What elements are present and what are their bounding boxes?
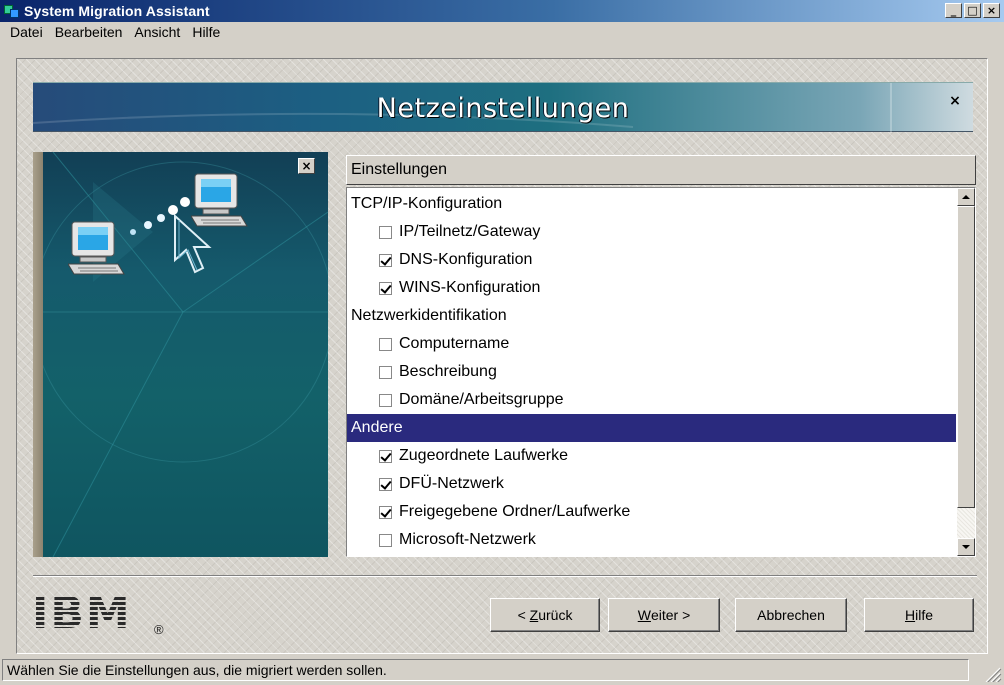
checkbox[interactable] bbox=[379, 225, 392, 239]
close-window-button[interactable]: × bbox=[983, 3, 1000, 18]
list-item[interactable]: Beschreibung bbox=[347, 358, 956, 386]
item-label: Beschreibung bbox=[399, 363, 497, 380]
checkbox[interactable] bbox=[379, 393, 392, 407]
menu-datei[interactable]: Datei bbox=[4, 24, 49, 40]
scroll-up-button[interactable] bbox=[957, 188, 975, 206]
scroll-thumb[interactable] bbox=[957, 206, 975, 508]
help-button[interactable]: Hilfe bbox=[864, 598, 974, 632]
registered-mark: ® bbox=[154, 622, 164, 637]
page-banner: Netzeinstellungen bbox=[33, 82, 973, 133]
group-netzwerkidentifikation[interactable]: Netzwerkidentifikation bbox=[347, 302, 956, 330]
group-label: Andere bbox=[351, 419, 403, 436]
next-button-suffix: > bbox=[678, 607, 691, 623]
ibm-logo: IBM ® bbox=[32, 592, 172, 638]
status-bar: Wählen Sie die Einstellungen aus, die mi… bbox=[2, 659, 969, 681]
next-button[interactable]: Weiter > bbox=[608, 598, 720, 632]
menu-hilfe[interactable]: Hilfe bbox=[186, 24, 226, 40]
list-item[interactable]: Microsoft-Netzwerk bbox=[347, 526, 956, 554]
item-label: DFÜ-Netzwerk bbox=[399, 475, 504, 492]
item-label: Freigegebene Ordner/Laufwerke bbox=[399, 503, 631, 520]
item-label: Microsoft-Netzwerk bbox=[399, 531, 536, 548]
cursor-arrow-icon bbox=[174, 214, 212, 274]
list-item[interactable]: WINS-Konfiguration bbox=[347, 274, 956, 302]
checkbox[interactable] bbox=[379, 281, 392, 295]
list-item[interactable]: Domäne/Arbeitsgruppe bbox=[347, 386, 956, 414]
list-item[interactable]: DNS-Konfiguration bbox=[347, 246, 956, 274]
maximize-button[interactable]: □ bbox=[964, 3, 981, 18]
next-button-label: eiter bbox=[650, 607, 679, 623]
item-label: Zugeordnete Laufwerke bbox=[399, 447, 568, 464]
vertical-scrollbar[interactable] bbox=[957, 188, 975, 556]
group-label: TCP/IP-Konfiguration bbox=[351, 195, 503, 212]
list-item[interactable]: IP/Teilnetz/Gateway bbox=[347, 218, 956, 246]
cancel-button[interactable]: Abbrechen bbox=[735, 598, 847, 632]
side-illustration bbox=[33, 152, 328, 557]
list-item[interactable]: Zugeordnete Laufwerke bbox=[347, 442, 956, 470]
back-button-label: urück bbox=[538, 607, 573, 623]
title-bar: System Migration Assistant _ □ × bbox=[0, 0, 1004, 22]
list-item[interactable]: Computername bbox=[347, 330, 956, 358]
group-label: Netzwerkidentifikation bbox=[351, 307, 507, 324]
settings-list: TCP/IP-Konfiguration IP/Teilnetz/Gateway… bbox=[346, 187, 976, 557]
resize-grip-icon[interactable] bbox=[972, 662, 1002, 682]
window-controls: _ □ × bbox=[945, 3, 1000, 18]
checkbox[interactable] bbox=[379, 449, 392, 463]
item-label: WINS-Konfiguration bbox=[399, 279, 541, 296]
app-icon bbox=[4, 3, 20, 19]
group-andere[interactable]: Andere bbox=[347, 414, 956, 442]
arrow-down-icon bbox=[962, 545, 970, 549]
back-button-mnemonic: Z bbox=[529, 607, 539, 623]
menu-ansicht[interactable]: Ansicht bbox=[128, 24, 186, 40]
help-button-mnemonic: H bbox=[904, 607, 916, 623]
checkbox[interactable] bbox=[379, 505, 392, 519]
next-button-mnemonic: W bbox=[637, 607, 651, 623]
item-label: DNS-Konfiguration bbox=[399, 251, 533, 268]
help-button-label: ilfe bbox=[915, 607, 934, 623]
scroll-down-button[interactable] bbox=[957, 538, 975, 556]
list-item[interactable]: DFÜ-Netzwerk bbox=[347, 470, 956, 498]
banner-close-button[interactable]: × bbox=[945, 91, 965, 111]
checkbox[interactable] bbox=[379, 365, 392, 379]
group-tcpip[interactable]: TCP/IP-Konfiguration bbox=[347, 190, 956, 218]
footer-separator bbox=[33, 575, 977, 577]
page-title: Netzeinstellungen bbox=[376, 92, 630, 124]
side-panel-close-button[interactable]: × bbox=[298, 158, 315, 174]
checkbox[interactable] bbox=[379, 533, 392, 547]
menu-bar: Datei Bearbeiten Ansicht Hilfe bbox=[0, 22, 1004, 42]
status-text: Wählen Sie die Einstellungen aus, die mi… bbox=[7, 662, 387, 678]
menu-bearbeiten[interactable]: Bearbeiten bbox=[49, 24, 129, 40]
item-label: Domäne/Arbeitsgruppe bbox=[399, 391, 564, 408]
item-label: IP/Teilnetz/Gateway bbox=[399, 223, 541, 240]
minimize-button[interactable]: _ bbox=[945, 3, 962, 18]
side-stripe bbox=[33, 152, 43, 557]
settings-column-header[interactable]: Einstellungen bbox=[346, 155, 976, 185]
back-button-prefix: < bbox=[517, 607, 530, 623]
checkbox[interactable] bbox=[379, 253, 392, 267]
arrow-up-icon bbox=[962, 195, 970, 199]
list-item[interactable]: Freigegebene Ordner/Laufwerke bbox=[347, 498, 956, 526]
window-title: System Migration Assistant bbox=[24, 3, 210, 19]
back-button[interactable]: < Zurück bbox=[490, 598, 600, 632]
computer-icon bbox=[68, 221, 125, 275]
item-label: Computername bbox=[399, 335, 510, 352]
checkbox[interactable] bbox=[379, 477, 392, 491]
checkbox[interactable] bbox=[379, 337, 392, 351]
ibm-logo-text: IBM bbox=[32, 588, 132, 639]
network-illustration bbox=[33, 152, 328, 557]
